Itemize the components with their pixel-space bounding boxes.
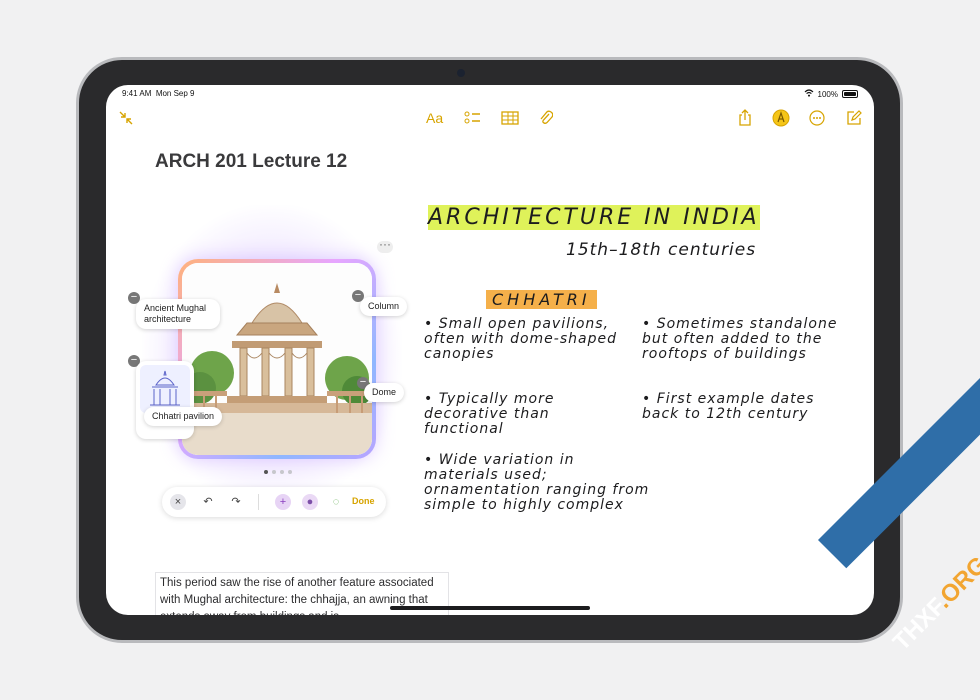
note-title[interactable]: ARCH 201 Lecture 12 — [155, 151, 347, 173]
note-bullet-3: • Wide variation in materials used; orna… — [424, 452, 650, 513]
label-ancient-mughal[interactable]: Ancient Mughal architecture — [136, 299, 220, 329]
note-bullet-4: • Sometimes standalone but often added t… — [642, 316, 838, 362]
undo-icon[interactable]: ↶ — [200, 494, 216, 510]
add-icon[interactable]: + — [275, 494, 291, 510]
style-palette-icon[interactable]: ◌ — [328, 494, 344, 510]
note-bullet-5: • First example dates back to 12th centu… — [642, 391, 815, 422]
label-dome[interactable]: Dome — [364, 383, 405, 402]
format-button[interactable]: Aa — [426, 107, 443, 129]
done-button[interactable]: Done — [352, 496, 375, 506]
toolbar-divider — [258, 494, 259, 510]
front-camera — [457, 69, 465, 77]
status-bar: 9:41 AM Mon Sep 9 100% — [106, 85, 874, 103]
note-bullet-2: • Typically more decorative than functio… — [424, 391, 555, 437]
sketch-thumbnail[interactable] — [136, 361, 194, 439]
battery-icon — [842, 90, 858, 98]
image-edit-toolbar: × ↶ ↷ + ● ◌ Done — [162, 487, 386, 517]
image-more-button[interactable]: ··· — [377, 238, 393, 253]
generated-image-card[interactable] — [178, 259, 376, 459]
share-icon[interactable] — [738, 107, 752, 129]
label-column[interactable]: Column — [360, 297, 408, 316]
checklist-icon[interactable] — [464, 107, 482, 129]
close-icon[interactable]: × — [170, 494, 186, 510]
table-icon[interactable] — [501, 107, 519, 129]
battery-percent: 100% — [817, 89, 838, 99]
redo-icon[interactable]: ↷ — [228, 494, 244, 510]
home-indicator[interactable] — [390, 606, 590, 610]
status-time: 9:41 AM — [122, 89, 152, 98]
person-icon[interactable]: ● — [302, 494, 318, 510]
wifi-icon — [804, 89, 814, 99]
handwritten-section-chhatri: CHHATRI — [486, 290, 597, 309]
chhatri-image — [182, 263, 372, 455]
note-bullet-1: • Small open pavilions, often with dome-… — [424, 316, 617, 362]
arrows-collapse-icon[interactable] — [118, 107, 134, 129]
label-chhatri-pavilion[interactable]: Chhatri pavilion — [144, 407, 223, 426]
status-date: Mon Sep 9 — [155, 89, 195, 98]
handwritten-subheading: 15th–18th centuries — [566, 240, 757, 260]
pencil-tip-icon[interactable] — [772, 107, 790, 129]
pavilion-sketch-icon — [140, 365, 190, 413]
handwritten-heading: ARCHITECTURE IN INDIA — [428, 205, 760, 230]
compose-icon[interactable] — [846, 107, 862, 129]
paperclip-icon[interactable] — [539, 107, 553, 129]
notes-app-screen: 9:41 AM Mon Sep 9 100% Aa ARCH 201 Lectu… — [106, 85, 874, 615]
page-indicator[interactable] — [264, 470, 292, 474]
ellipsis-icon[interactable] — [809, 107, 825, 129]
